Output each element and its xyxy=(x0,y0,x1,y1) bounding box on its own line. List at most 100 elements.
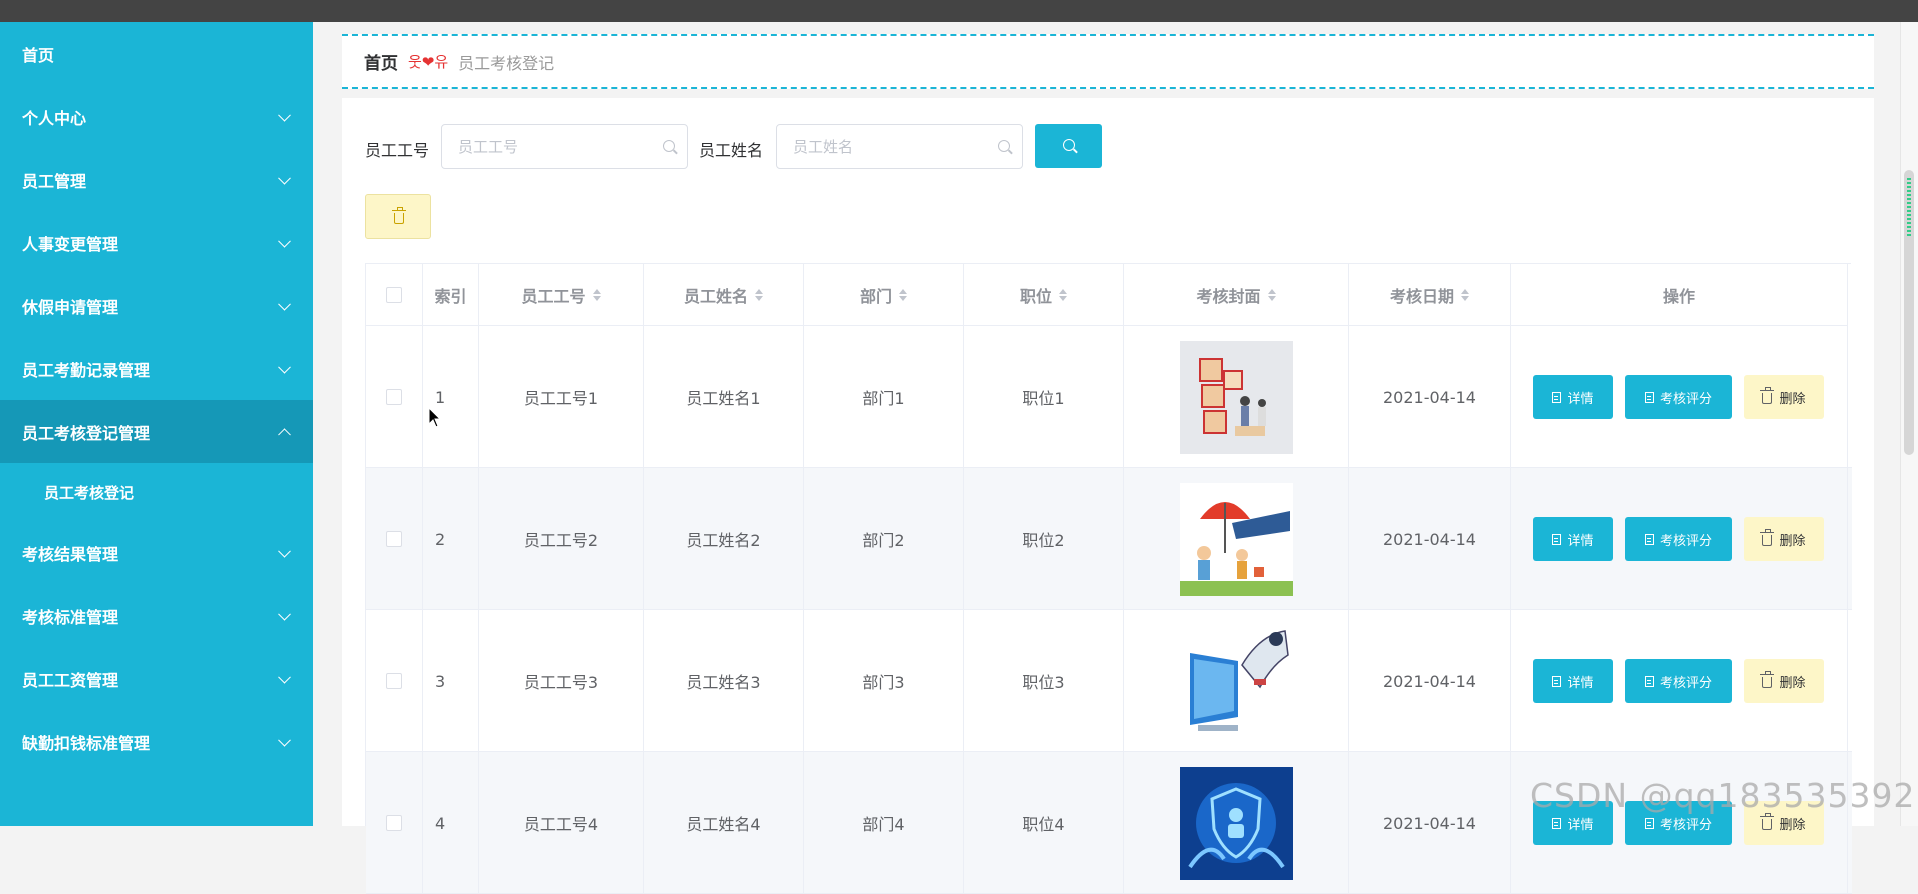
umbrella-family-image[interactable] xyxy=(1179,482,1293,596)
cell-emp-no: 员工工号2 xyxy=(479,468,644,610)
emp-no-input[interactable]: 员工工号 xyxy=(441,124,688,169)
sidebar-item-home[interactable]: 首页 xyxy=(0,22,313,85)
breadcrumb-current: 员工考核登记 xyxy=(458,53,555,73)
sort-icon[interactable] xyxy=(592,288,601,301)
search-button[interactable] xyxy=(1035,124,1102,168)
sidebar-item-label: 缺勤扣钱标准管理 xyxy=(22,733,151,753)
chevron-down-icon xyxy=(278,544,291,558)
trash-icon xyxy=(1760,670,1775,688)
sidebar-item-assessment-standard[interactable]: 考核标准管理 xyxy=(0,584,313,647)
sidebar-subitem-assessment-registration[interactable]: 员工考核登记 xyxy=(0,463,313,521)
emp-name-input[interactable]: 员工姓名 xyxy=(776,124,1023,169)
table-row: 1 员工工号1 员工姓名1 部门1 职位1 2021-04-14 详情 考核评分… xyxy=(366,326,1852,468)
score-button[interactable]: 考核评分 xyxy=(1625,659,1732,703)
delete-button[interactable]: 删除 xyxy=(1744,659,1824,703)
cell-emp-name: 员工姓名1 xyxy=(644,326,804,468)
cell-index: 4 xyxy=(423,752,479,894)
search-icon xyxy=(1063,139,1075,151)
table-row: 4 员工工号4 员工姓名4 部门4 职位4 2021-04-14 详情 考核评分… xyxy=(366,752,1852,894)
document-icon xyxy=(1644,391,1654,403)
detail-button[interactable]: 详情 xyxy=(1533,517,1613,561)
sidebar-item-absence-deduction[interactable]: 缺勤扣钱标准管理 xyxy=(0,710,313,773)
emp-name-placeholder: 员工姓名 xyxy=(793,138,854,156)
document-icon xyxy=(1552,533,1562,545)
sort-icon[interactable] xyxy=(755,288,763,301)
row-checkbox[interactable] xyxy=(386,531,402,547)
sidebar-item-label: 员工工资管理 xyxy=(22,670,119,690)
detail-button[interactable]: 详情 xyxy=(1533,375,1613,419)
row-checkbox[interactable] xyxy=(386,389,402,405)
trash-icon xyxy=(1760,386,1775,404)
sidebar-item-salary[interactable]: 员工工资管理 xyxy=(0,647,313,710)
score-button[interactable]: 考核评分 xyxy=(1625,517,1732,561)
chevron-down-icon xyxy=(278,171,291,185)
row-checkbox[interactable] xyxy=(386,815,402,831)
sidebar-item-personnel-change[interactable]: 人事变更管理 xyxy=(0,211,313,274)
column-header-actions: 操作 xyxy=(1511,264,1848,326)
batch-delete-button[interactable] xyxy=(365,194,431,239)
sidebar-item-label: 员工考勤记录管理 xyxy=(22,360,151,380)
cell-cover xyxy=(1124,326,1349,468)
column-header-emp-no[interactable]: 员工工号 xyxy=(479,264,644,326)
cell-dept: 部门3 xyxy=(804,610,964,752)
cell-date: 2021-04-14 xyxy=(1349,752,1511,894)
cell-position: 职位2 xyxy=(964,468,1124,610)
chevron-down-icon xyxy=(278,670,291,684)
document-icon xyxy=(1644,675,1654,687)
sidebar-item-attendance[interactable]: 员工考勤记录管理 xyxy=(0,337,313,400)
delete-button[interactable]: 删除 xyxy=(1744,517,1824,561)
sidebar: 首页 个人中心 员工管理 人事变更管理 休假申请管理 员工考勤记录管理 员工考核… xyxy=(0,22,313,826)
sort-icon[interactable] xyxy=(899,288,907,301)
trash-icon xyxy=(1760,528,1775,546)
emp-no-label: 员工工号 xyxy=(365,141,430,160)
detail-button[interactable]: 详情 xyxy=(1533,659,1613,703)
browser-top-bar xyxy=(0,0,1918,22)
chevron-down-icon xyxy=(278,360,291,374)
search-icon xyxy=(663,140,675,152)
sidebar-item-assessment-result[interactable]: 考核结果管理 xyxy=(0,521,313,584)
mouse-cursor-icon xyxy=(428,407,442,428)
emp-name-label: 员工姓名 xyxy=(699,141,764,160)
table-row: 2 员工工号2 员工姓名2 部门2 职位2 2021-04-14 详情 考核评分… xyxy=(366,468,1852,610)
sidebar-item-personal-center[interactable]: 个人中心 xyxy=(0,85,313,148)
shield-hands-image[interactable] xyxy=(1179,766,1293,880)
column-header-date[interactable]: 考核日期 xyxy=(1349,264,1511,326)
column-header-cover[interactable]: 考核封面 xyxy=(1124,264,1349,326)
cell-cover xyxy=(1124,468,1349,610)
column-header-emp-name[interactable]: 员工姓名 xyxy=(644,264,804,326)
insurance-blocks-image[interactable] xyxy=(1179,340,1293,454)
column-header-dept[interactable]: 部门 xyxy=(804,264,964,326)
cell-position: 职位4 xyxy=(964,752,1124,894)
sort-icon[interactable] xyxy=(1461,288,1469,301)
cell-emp-name: 员工姓名4 xyxy=(644,752,804,894)
document-icon xyxy=(1644,817,1654,829)
column-header-index: 索引 xyxy=(423,264,479,326)
chevron-down-icon xyxy=(278,108,291,122)
document-icon xyxy=(1644,533,1654,545)
cell-index: 3 xyxy=(423,610,479,752)
sidebar-item-assessment-registration[interactable]: 员工考核登记管理 xyxy=(0,400,313,463)
chevron-up-icon xyxy=(278,427,291,441)
computer-user-image[interactable] xyxy=(1179,624,1293,738)
sort-icon[interactable] xyxy=(1059,288,1067,301)
cell-emp-no: 员工工号4 xyxy=(479,752,644,894)
sidebar-item-label: 员工管理 xyxy=(22,171,87,191)
cell-date: 2021-04-14 xyxy=(1349,610,1511,752)
score-button[interactable]: 考核评分 xyxy=(1625,375,1732,419)
delete-button[interactable]: 删除 xyxy=(1744,375,1824,419)
sidebar-item-label: 考核标准管理 xyxy=(22,607,119,627)
sort-icon[interactable] xyxy=(1267,288,1276,301)
breadcrumb-home[interactable]: 首页 xyxy=(364,49,398,74)
breadcrumb: 首页 웃❤유 员工考核登记 xyxy=(342,34,1874,89)
row-checkbox[interactable] xyxy=(386,673,402,689)
sidebar-item-leave-request[interactable]: 休假申请管理 xyxy=(0,274,313,337)
cell-index: 2 xyxy=(423,468,479,610)
cell-emp-no: 员工工号3 xyxy=(479,610,644,752)
sidebar-item-label: 人事变更管理 xyxy=(22,234,119,254)
chevron-down-icon xyxy=(278,297,291,311)
watermark: CSDN @qq183535392 xyxy=(1530,776,1916,815)
column-header-position[interactable]: 职位 xyxy=(964,264,1124,326)
select-all-checkbox[interactable] xyxy=(386,286,402,303)
sidebar-item-label: 休假申请管理 xyxy=(22,297,119,317)
sidebar-item-employee-management[interactable]: 员工管理 xyxy=(0,148,313,211)
